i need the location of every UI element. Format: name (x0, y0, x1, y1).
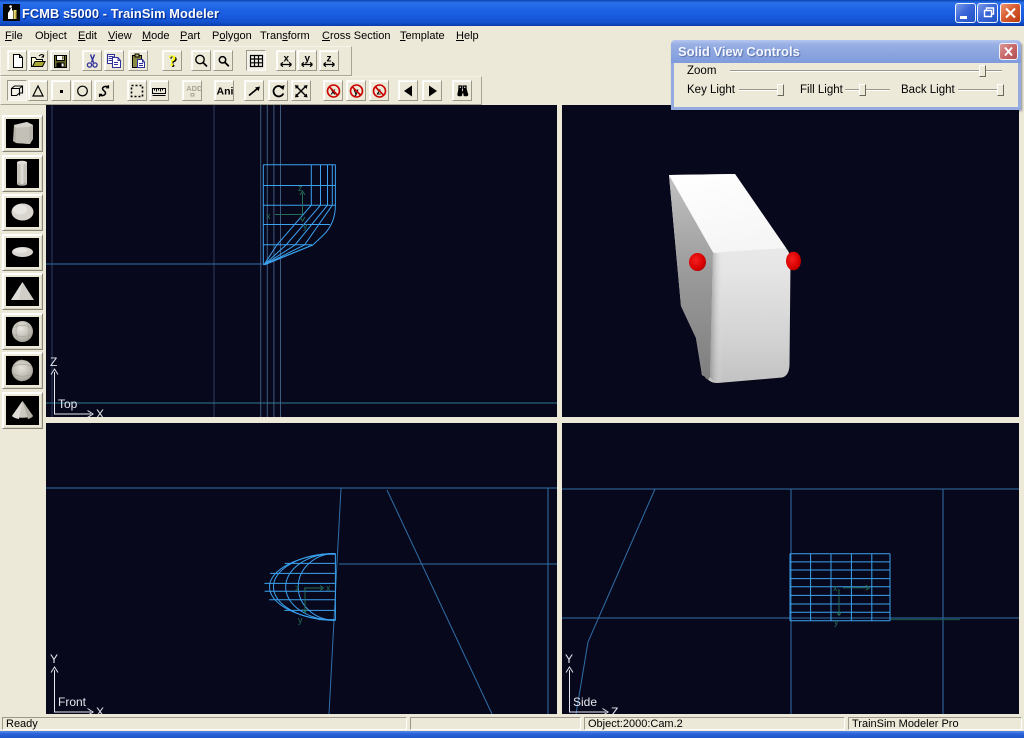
svg-text:y: y (298, 615, 303, 625)
svg-text:Top: Top (58, 397, 78, 411)
svg-text:y: y (303, 221, 308, 231)
svg-text:y: y (305, 54, 311, 65)
svg-text:Y: Y (50, 652, 58, 666)
svg-text:x: x (326, 583, 331, 593)
svg-text:Front: Front (58, 695, 87, 709)
svg-text:z: z (298, 183, 303, 193)
svg-text:z: z (295, 583, 300, 593)
svg-text:Y: Y (565, 652, 573, 666)
svg-text:Z: Z (50, 355, 57, 369)
svg-text:Side: Side (573, 695, 597, 709)
svg-text:ADD: ADD (186, 84, 201, 93)
svg-text:X: X (96, 407, 104, 417)
svg-text:x: x (266, 211, 271, 221)
svg-text:z: z (326, 54, 331, 65)
svg-text:x: x (283, 54, 289, 65)
svg-text:X: X (96, 705, 104, 714)
svg-text:x: x (833, 583, 838, 593)
svg-text:Z: Z (611, 705, 618, 714)
svg-text:?: ? (168, 53, 176, 69)
svg-text:y: y (834, 617, 839, 627)
svg-text:Ani: Ani (216, 86, 233, 98)
